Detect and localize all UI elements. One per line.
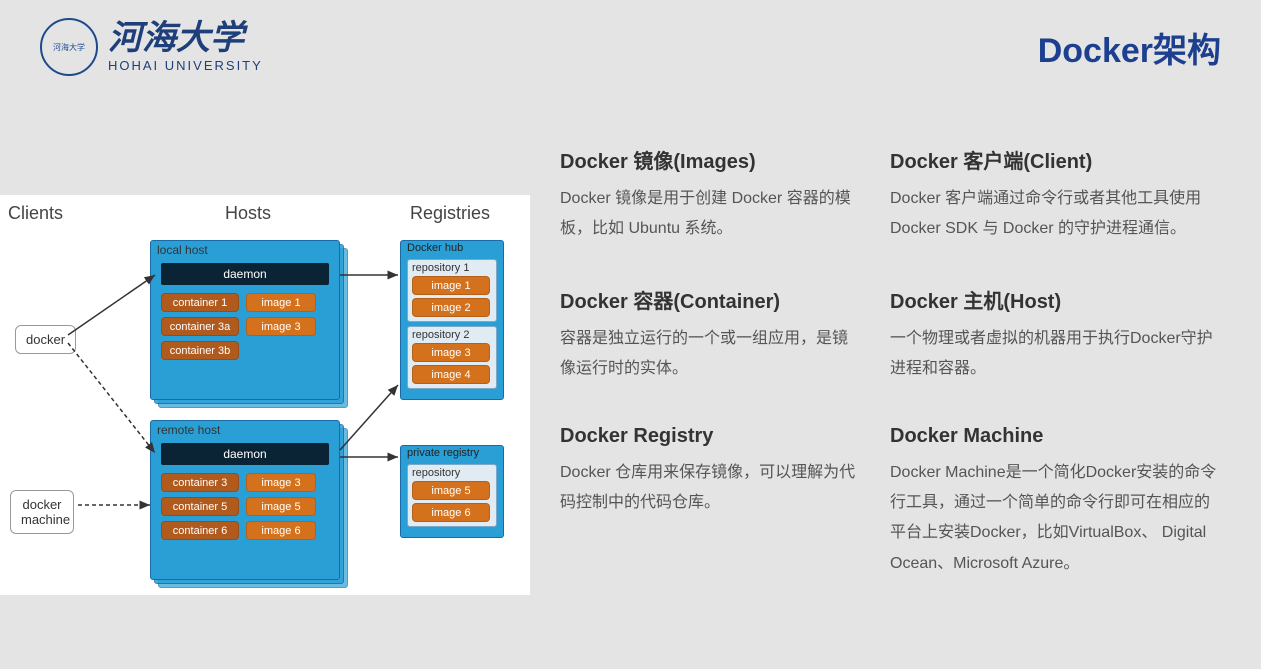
concept-body: Docker 镜像是用于创建 Docker 容器的模板，比如 Ubuntu 系统… (560, 184, 860, 245)
chip-container: container 5 (161, 497, 239, 516)
concept-body: 容器是独立运行的一个或一组应用，是镜像运行时的实体。 (560, 324, 860, 385)
concept-images: Docker 镜像(Images) Docker 镜像是用于创建 Docker … (560, 145, 860, 245)
client-docker-machine-box: docker machine (10, 490, 74, 534)
remote-host-card: remote host daemon container 3 container… (150, 420, 340, 580)
local-host-card: local host daemon container 1 container … (150, 240, 340, 400)
concept-body: Docker 客户端通过命令行或者其他工具使用 Docker SDK 与 Doc… (890, 184, 1220, 245)
docker-hub-box: Docker hub repository 1 image 1 image 2 … (400, 240, 504, 400)
local-host-title: local host (157, 243, 208, 257)
chip-image: image 3 (246, 473, 316, 492)
concept-body: 一个物理或者虚拟的机器用于执行Docker守护进程和容器。 (890, 324, 1220, 385)
chip-image: image 4 (412, 365, 490, 384)
concept-client: Docker 客户端(Client) Docker 客户端通过命令行或者其他工具… (890, 145, 1220, 245)
repository-box: repository 1 image 1 image 2 (407, 259, 497, 322)
local-daemon-bar: daemon (161, 263, 329, 285)
client-docker-box: docker (15, 325, 76, 354)
concept-heading: Docker Machine (890, 425, 1220, 448)
chip-image: image 6 (412, 503, 490, 522)
chip-image: image 6 (246, 521, 316, 540)
docker-hub-title: Docker hub (407, 242, 463, 254)
chip-container: container 3 (161, 473, 239, 492)
concept-machine: Docker Machine Docker Machine是一个简化Docker… (890, 425, 1220, 580)
col-header-hosts: Hosts (225, 203, 271, 224)
remote-host-title: remote host (157, 423, 220, 437)
university-logo: 河海大学 河海大学 HOHAI UNIVERSITY (40, 18, 263, 76)
chip-container: container 1 (161, 293, 239, 312)
logo-seal-text: 河海大学 (53, 42, 85, 53)
chip-container: container 3a (161, 317, 239, 336)
concept-heading: Docker Registry (560, 425, 860, 448)
repository-title: repository (412, 467, 460, 479)
logo-text-block: 河海大学 HOHAI UNIVERSITY (108, 22, 263, 73)
repository-box: repository image 5 image 6 (407, 464, 497, 527)
chip-container: container 3b (161, 341, 239, 360)
chip-image: image 1 (412, 276, 490, 295)
concept-heading: Docker 主机(Host) (890, 285, 1220, 314)
university-name-en: HOHAI UNIVERSITY (108, 58, 263, 73)
concept-heading: Docker 镜像(Images) (560, 145, 860, 174)
university-name-cn: 河海大学 (108, 22, 263, 56)
concepts-grid: Docker 镜像(Images) Docker 镜像是用于创建 Docker … (560, 145, 1240, 579)
slide-header: 河海大学 河海大学 HOHAI UNIVERSITY Docker架构 (40, 18, 1221, 76)
slide-title: Docker架构 (1038, 23, 1221, 72)
concept-heading: Docker 容器(Container) (560, 285, 860, 314)
concept-heading: Docker 客户端(Client) (890, 145, 1220, 174)
chip-image: image 3 (246, 317, 316, 336)
remote-daemon-bar: daemon (161, 443, 329, 465)
repository-title: repository 1 (412, 262, 469, 274)
concept-body: Docker Machine是一个简化Docker安装的命令行工具，通过一个简单… (890, 458, 1220, 580)
architecture-diagram: Clients Hosts Registries docker docker m… (0, 195, 530, 595)
chip-image: image 3 (412, 343, 490, 362)
concept-host: Docker 主机(Host) 一个物理或者虚拟的机器用于执行Docker守护进… (890, 285, 1220, 385)
concept-container: Docker 容器(Container) 容器是独立运行的一个或一组应用，是镜像… (560, 285, 860, 385)
chip-image: image 5 (246, 497, 316, 516)
concept-registry: Docker Registry Docker 仓库用来保存镜像，可以理解为代码控… (560, 425, 860, 580)
concept-body: Docker 仓库用来保存镜像，可以理解为代码控制中的代码仓库。 (560, 458, 860, 519)
repository-title: repository 2 (412, 329, 469, 341)
private-registry-box: private registry repository image 5 imag… (400, 445, 504, 538)
chip-image: image 1 (246, 293, 316, 312)
private-registry-title: private registry (407, 447, 479, 459)
chip-image: image 2 (412, 298, 490, 317)
logo-seal-icon: 河海大学 (40, 18, 98, 76)
chip-image: image 5 (412, 481, 490, 500)
col-header-clients: Clients (8, 203, 63, 224)
col-header-registries: Registries (410, 203, 490, 224)
repository-box: repository 2 image 3 image 4 (407, 326, 497, 389)
chip-container: container 6 (161, 521, 239, 540)
